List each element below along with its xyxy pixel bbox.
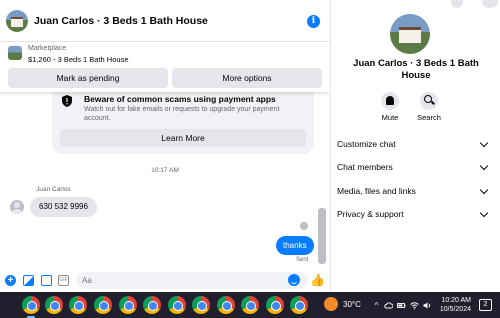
clock-date: 10/5/2024: [439, 306, 471, 313]
chat-title[interactable]: Juan Carlos · 3 Beds 1 Bath House: [34, 15, 208, 27]
menu-item-label: Customize chat: [337, 139, 396, 149]
chrome-icon[interactable]: [119, 296, 137, 314]
sender-avatar[interactable]: [10, 200, 24, 214]
emoji-icon[interactable]: [288, 274, 300, 286]
chat-header: Juan Carlos · 3 Beds 1 Bath House i: [0, 0, 330, 42]
minimize-icon[interactable]: [451, 0, 463, 8]
like-icon[interactable]: 👍: [310, 273, 325, 287]
chevron-down-icon: [479, 208, 489, 218]
chrome-icon[interactable]: [45, 296, 63, 314]
chrome-icon[interactable]: [168, 296, 186, 314]
incoming-message-bubble[interactable]: 630 532 9996: [30, 197, 97, 217]
gif-icon[interactable]: GIF: [58, 275, 69, 286]
bell-icon: [381, 92, 399, 110]
message-input[interactable]: [76, 272, 308, 289]
listing-category: Marketplace: [28, 45, 67, 52]
menu-item-label: Media, files and links: [337, 186, 416, 196]
shield-icon: [62, 95, 72, 107]
message-composer: + GIF 👍: [0, 269, 330, 292]
marketplace-listing-card: Marketplace $1,260 - 3 Beds 1 Bath House…: [0, 42, 330, 92]
scam-warning-card: Beware of common scams using payment app…: [52, 88, 314, 154]
mute-label: Mute: [381, 113, 399, 122]
taskbar-clock[interactable]: 10:20 AM 10/5/2024: [437, 296, 471, 314]
listing-thumbnail[interactable]: [8, 46, 22, 60]
volume-icon[interactable]: [423, 301, 432, 310]
menu-item-label: Privacy & support: [337, 209, 404, 219]
chrome-icon[interactable]: [192, 296, 210, 314]
chrome-icon[interactable]: [241, 296, 259, 314]
sidebar-item-media-files-links[interactable]: Media, files and links: [337, 184, 489, 198]
chrome-icon[interactable]: [290, 296, 308, 314]
chrome-icon[interactable]: [217, 296, 235, 314]
chrome-icon[interactable]: [94, 296, 112, 314]
tray-overflow-icon[interactable]: ^: [372, 301, 381, 310]
chat-pane: Juan Carlos · 3 Beds 1 Bath House i Mark…: [0, 0, 330, 292]
seen-indicator-avatar: [300, 222, 308, 230]
chevron-down-icon: [479, 138, 489, 148]
search-label: Search: [417, 113, 441, 122]
search-button[interactable]: Search: [409, 92, 449, 122]
sidebar-conversation-name: Juan Carlos · 3 Beds 1 Bath House: [353, 58, 479, 81]
sidebar-item-customize-chat[interactable]: Customize chat: [337, 137, 489, 151]
sender-name: Juan Carlos: [36, 186, 71, 193]
mark-as-pending-button[interactable]: Mark as pending: [8, 68, 168, 88]
chrome-icon[interactable]: [22, 296, 40, 318]
listing-avatar[interactable]: [6, 9, 28, 32]
mute-button[interactable]: Mute: [370, 92, 410, 122]
conversation-info-sidebar: Juan Carlos · 3 Beds 1 Bath House Mute S…: [330, 0, 500, 292]
info-icon[interactable]: i: [307, 15, 320, 28]
notification-center-icon[interactable]: 2: [479, 299, 492, 311]
profile-picture[interactable]: [390, 14, 430, 54]
weather-icon[interactable]: [324, 297, 338, 311]
more-options-button[interactable]: More options: [172, 68, 322, 88]
chrome-icon[interactable]: [143, 296, 161, 314]
chrome-icon[interactable]: [69, 296, 87, 314]
chevron-down-icon: [479, 185, 489, 195]
chrome-icon[interactable]: [266, 296, 284, 314]
close-icon[interactable]: [482, 0, 498, 8]
message-timestamp: 10:17 AM: [151, 167, 179, 174]
plus-icon[interactable]: +: [5, 275, 16, 286]
photo-icon[interactable]: [23, 275, 34, 286]
wifi-icon[interactable]: [410, 301, 419, 310]
cloud-icon[interactable]: [384, 301, 394, 310]
chevron-down-icon: [479, 161, 489, 171]
warning-text: Watch out for fake emails or requests to…: [84, 106, 280, 122]
listing-title[interactable]: $1,260 - 3 Beds 1 Bath House: [28, 55, 129, 64]
menu-item-label: Chat members: [337, 162, 393, 172]
clock-time: 10:20 AM: [441, 297, 471, 304]
sticker-icon[interactable]: [41, 275, 52, 286]
sidebar-item-privacy-support[interactable]: Privacy & support: [337, 207, 489, 221]
message-status: Sent: [296, 257, 309, 263]
battery-icon[interactable]: [397, 301, 406, 310]
outgoing-message-bubble[interactable]: thanks: [276, 236, 314, 255]
windows-taskbar: 30°C ^ 10:20 AM 10/5/2024 2: [0, 292, 500, 318]
search-icon: [420, 92, 438, 110]
weather-temperature[interactable]: 30°C: [343, 300, 361, 309]
chat-scrollbar[interactable]: [318, 208, 326, 264]
sidebar-item-chat-members[interactable]: Chat members: [337, 160, 489, 174]
learn-more-button[interactable]: Learn More: [60, 129, 306, 147]
warning-title: Beware of common scams using payment app…: [84, 94, 276, 104]
